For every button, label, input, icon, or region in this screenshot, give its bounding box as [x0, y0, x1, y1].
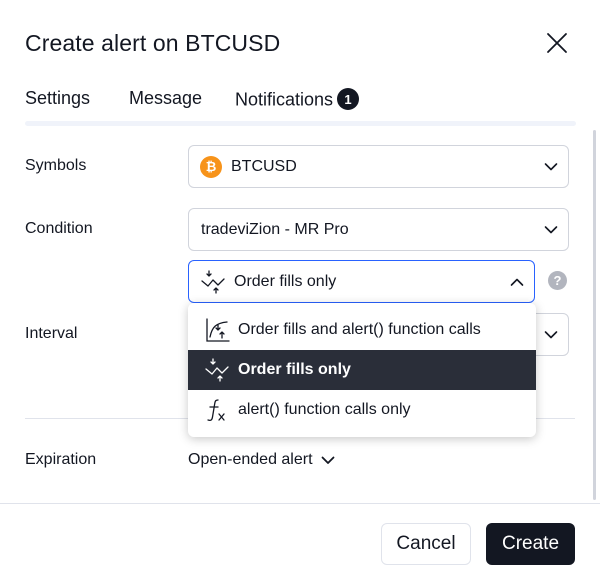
bitcoin-icon: ₿ — [200, 155, 222, 178]
order-fills-icon — [203, 356, 231, 384]
tab-message-label: Message — [129, 88, 203, 108]
chevron-down-icon — [544, 330, 558, 338]
chevron-down-icon — [321, 456, 334, 464]
chevron-down-icon — [544, 225, 558, 233]
chevron-down-icon — [544, 162, 558, 170]
condition-label: Condition — [25, 220, 93, 237]
tab-settings[interactable]: Settings — [25, 88, 90, 109]
create-button[interactable]: Create — [486, 523, 575, 565]
scrollbar[interactable] — [593, 130, 596, 500]
tab-settings-label: Settings — [25, 88, 91, 108]
tab-notifications[interactable]: Notifications 1 — [235, 88, 360, 111]
cancel-button[interactable]: Cancel — [381, 523, 471, 565]
footer-divider — [0, 503, 600, 504]
condition-select[interactable]: tradeviZion - MR Pro — [188, 208, 569, 251]
close-icon — [547, 33, 567, 53]
tab-message[interactable]: Message — [129, 88, 202, 109]
dropdown-option-label: Order fills and alert() function calls — [238, 321, 481, 338]
dropdown-option-label: alert() function calls only — [238, 401, 411, 418]
symbols-select[interactable]: ₿ BTCUSD — [188, 145, 569, 188]
condition-value: tradeviZion - MR Pro — [201, 220, 349, 238]
help-icon[interactable]: ? — [548, 271, 567, 290]
notifications-count-badge: 1 — [337, 88, 360, 110]
order-fills-icon — [199, 268, 227, 296]
chevron-up-icon — [510, 278, 524, 286]
tab-bar: Settings Message Notifications 1 — [25, 88, 576, 126]
trigger-select[interactable]: Order fills only — [188, 260, 535, 303]
order-fills-alerts-icon — [203, 316, 231, 344]
tab-notifications-label: Notifications — [235, 89, 334, 110]
trigger-value: Order fills only — [234, 272, 337, 290]
expiration-label: Expiration — [25, 451, 97, 468]
symbols-label: Symbols — [25, 157, 87, 174]
expiration-select[interactable]: Open-ended alert — [188, 451, 335, 469]
dropdown-option-order-fills-only[interactable]: Order fills only — [188, 350, 536, 390]
trigger-dropdown-menu: Order fills and alert() function calls O… — [188, 303, 536, 437]
dialog-title: Create alert on BTCUSD — [25, 30, 281, 56]
dropdown-option-alert-function-calls-only[interactable]: alert() function calls only — [188, 390, 536, 430]
symbols-value: BTCUSD — [231, 157, 297, 175]
dropdown-option-label: Order fills only — [238, 361, 351, 378]
function-icon — [203, 396, 231, 424]
dropdown-option-order-fills-and-alerts[interactable]: Order fills and alert() function calls — [188, 310, 536, 350]
expiration-value: Open-ended alert — [188, 451, 313, 468]
interval-label: Interval — [25, 325, 78, 342]
close-button[interactable] — [540, 26, 574, 60]
create-alert-dialog: Create alert on BTCUSD Settings Message … — [0, 0, 600, 585]
